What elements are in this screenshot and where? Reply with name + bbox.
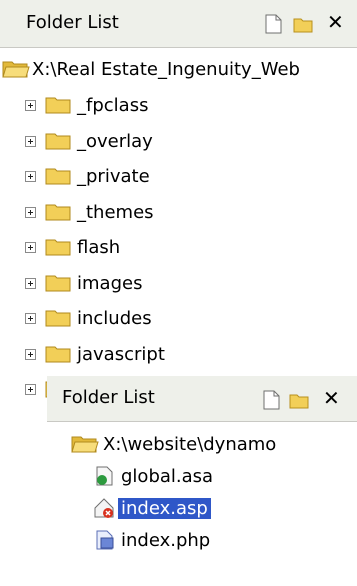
folder-label: images <box>77 273 143 294</box>
expand-icon[interactable] <box>25 171 36 182</box>
folder-icon <box>45 204 71 221</box>
folder-row[interactable]: flash <box>0 232 357 264</box>
expand-icon[interactable] <box>25 313 36 324</box>
folder-icon <box>45 310 71 327</box>
folder-icon <box>45 275 71 292</box>
folder-label: _overlay <box>77 131 153 152</box>
open-folder-icon <box>2 61 30 78</box>
folder-label: flash <box>77 237 121 258</box>
root-folder-row[interactable]: X:\website\dynamo <box>47 429 357 461</box>
new-page-icon[interactable] <box>262 13 284 35</box>
panel-header: Folder List ✕ <box>0 0 357 48</box>
folder-row[interactable]: _themes <box>0 197 357 229</box>
folder-list-panel: Folder List ✕ X:\Real Estate_Ingenuity_W… <box>0 0 357 400</box>
expand-icon[interactable] <box>25 384 36 395</box>
folder-row[interactable]: _private <box>0 161 357 193</box>
close-icon[interactable]: ✕ <box>323 387 340 409</box>
asp-file-icon <box>94 498 114 518</box>
expand-icon[interactable] <box>25 136 36 147</box>
php-file-icon <box>96 530 114 550</box>
folder-row[interactable]: images <box>0 268 357 300</box>
file-row[interactable]: index.php <box>47 525 357 557</box>
expand-icon[interactable] <box>25 349 36 360</box>
file-row[interactable]: global.asa <box>47 461 357 493</box>
new-folder-icon[interactable] <box>292 13 314 35</box>
asa-file-icon <box>96 466 113 486</box>
folder-label: _private <box>77 166 150 187</box>
folder-label: includes <box>77 308 152 329</box>
folder-label: _fpclass <box>77 95 149 116</box>
expand-icon[interactable] <box>25 100 36 111</box>
folder-icon <box>45 346 71 363</box>
panel-title: Folder List <box>62 387 155 408</box>
folder-icon <box>45 97 71 114</box>
folder-icon <box>45 239 71 256</box>
folder-row[interactable]: _overlay <box>0 126 357 158</box>
file-label: global.asa <box>121 466 214 487</box>
expand-icon[interactable] <box>25 242 36 253</box>
file-label: index.asp <box>118 498 211 519</box>
file-label: index.php <box>121 530 211 551</box>
panel-title: Folder List <box>26 12 119 33</box>
folder-row[interactable]: _fpclass <box>0 90 357 122</box>
folder-icon <box>45 168 71 185</box>
open-folder-icon <box>71 436 99 453</box>
panel-header: Folder List ✕ <box>47 376 357 422</box>
new-page-icon[interactable] <box>260 389 282 411</box>
root-folder-row[interactable]: X:\Real Estate_Ingenuity_Web <box>0 54 357 86</box>
folder-label: _themes <box>77 202 154 223</box>
folder-icon <box>45 133 71 150</box>
folder-label: javascript <box>77 344 165 365</box>
root-folder-label: X:\website\dynamo <box>103 434 277 455</box>
root-folder-label: X:\Real Estate_Ingenuity_Web <box>32 59 300 80</box>
expand-icon[interactable] <box>25 207 36 218</box>
folder-row[interactable]: includes <box>0 303 357 335</box>
close-icon[interactable]: ✕ <box>327 11 344 33</box>
folder-row[interactable]: javascript <box>0 339 357 371</box>
folder-list-panel-2: Folder List ✕ X:\website\dynamo global.a… <box>47 376 357 586</box>
file-row[interactable]: index.asp <box>47 493 357 525</box>
new-folder-icon[interactable] <box>288 389 310 411</box>
expand-icon[interactable] <box>25 278 36 289</box>
